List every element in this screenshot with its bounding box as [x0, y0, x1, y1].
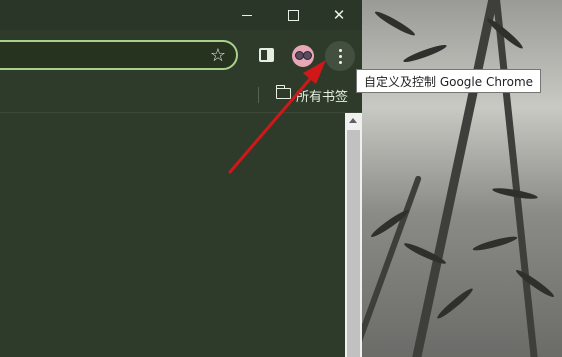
all-bookmarks-button[interactable]: 所有书签 — [296, 86, 348, 105]
page-content — [0, 113, 344, 357]
chrome-menu-button[interactable] — [325, 41, 355, 71]
close-icon: ✕ — [332, 5, 346, 24]
maximize-icon — [287, 9, 299, 21]
avatar-eye-icon — [303, 51, 312, 60]
scroll-up-arrow-icon[interactable] — [349, 118, 357, 123]
minimize-button[interactable] — [224, 0, 270, 30]
address-bar[interactable] — [0, 40, 238, 70]
maximize-button[interactable] — [270, 0, 316, 30]
menu-dot-icon — [338, 48, 342, 52]
close-button[interactable]: ✕ — [316, 0, 362, 30]
menu-tooltip: 自定义及控制 Google Chrome — [356, 69, 542, 93]
bamboo-leaf — [514, 267, 556, 300]
bamboo-leaf — [402, 42, 448, 65]
bamboo-leaf — [435, 286, 475, 321]
folder-icon — [275, 85, 291, 99]
bookmark-star-button[interactable]: ☆ — [207, 45, 229, 67]
scrollbar-thumb[interactable] — [347, 130, 360, 357]
menu-dot-icon — [338, 54, 342, 58]
desktop-wallpaper — [362, 0, 562, 357]
minimize-icon — [242, 14, 252, 16]
profile-avatar-button[interactable] — [292, 45, 314, 67]
bamboo-stalk — [492, 0, 539, 357]
bookmarks-separator — [258, 87, 259, 103]
side-panel-button[interactable] — [259, 48, 274, 62]
chrome-window: ✕ ☆ 所有书签 — [0, 0, 362, 357]
bamboo-leaf — [373, 8, 417, 39]
bamboo-leaf — [471, 234, 519, 253]
menu-dot-icon — [338, 60, 342, 64]
bamboo-stalk — [362, 175, 423, 357]
